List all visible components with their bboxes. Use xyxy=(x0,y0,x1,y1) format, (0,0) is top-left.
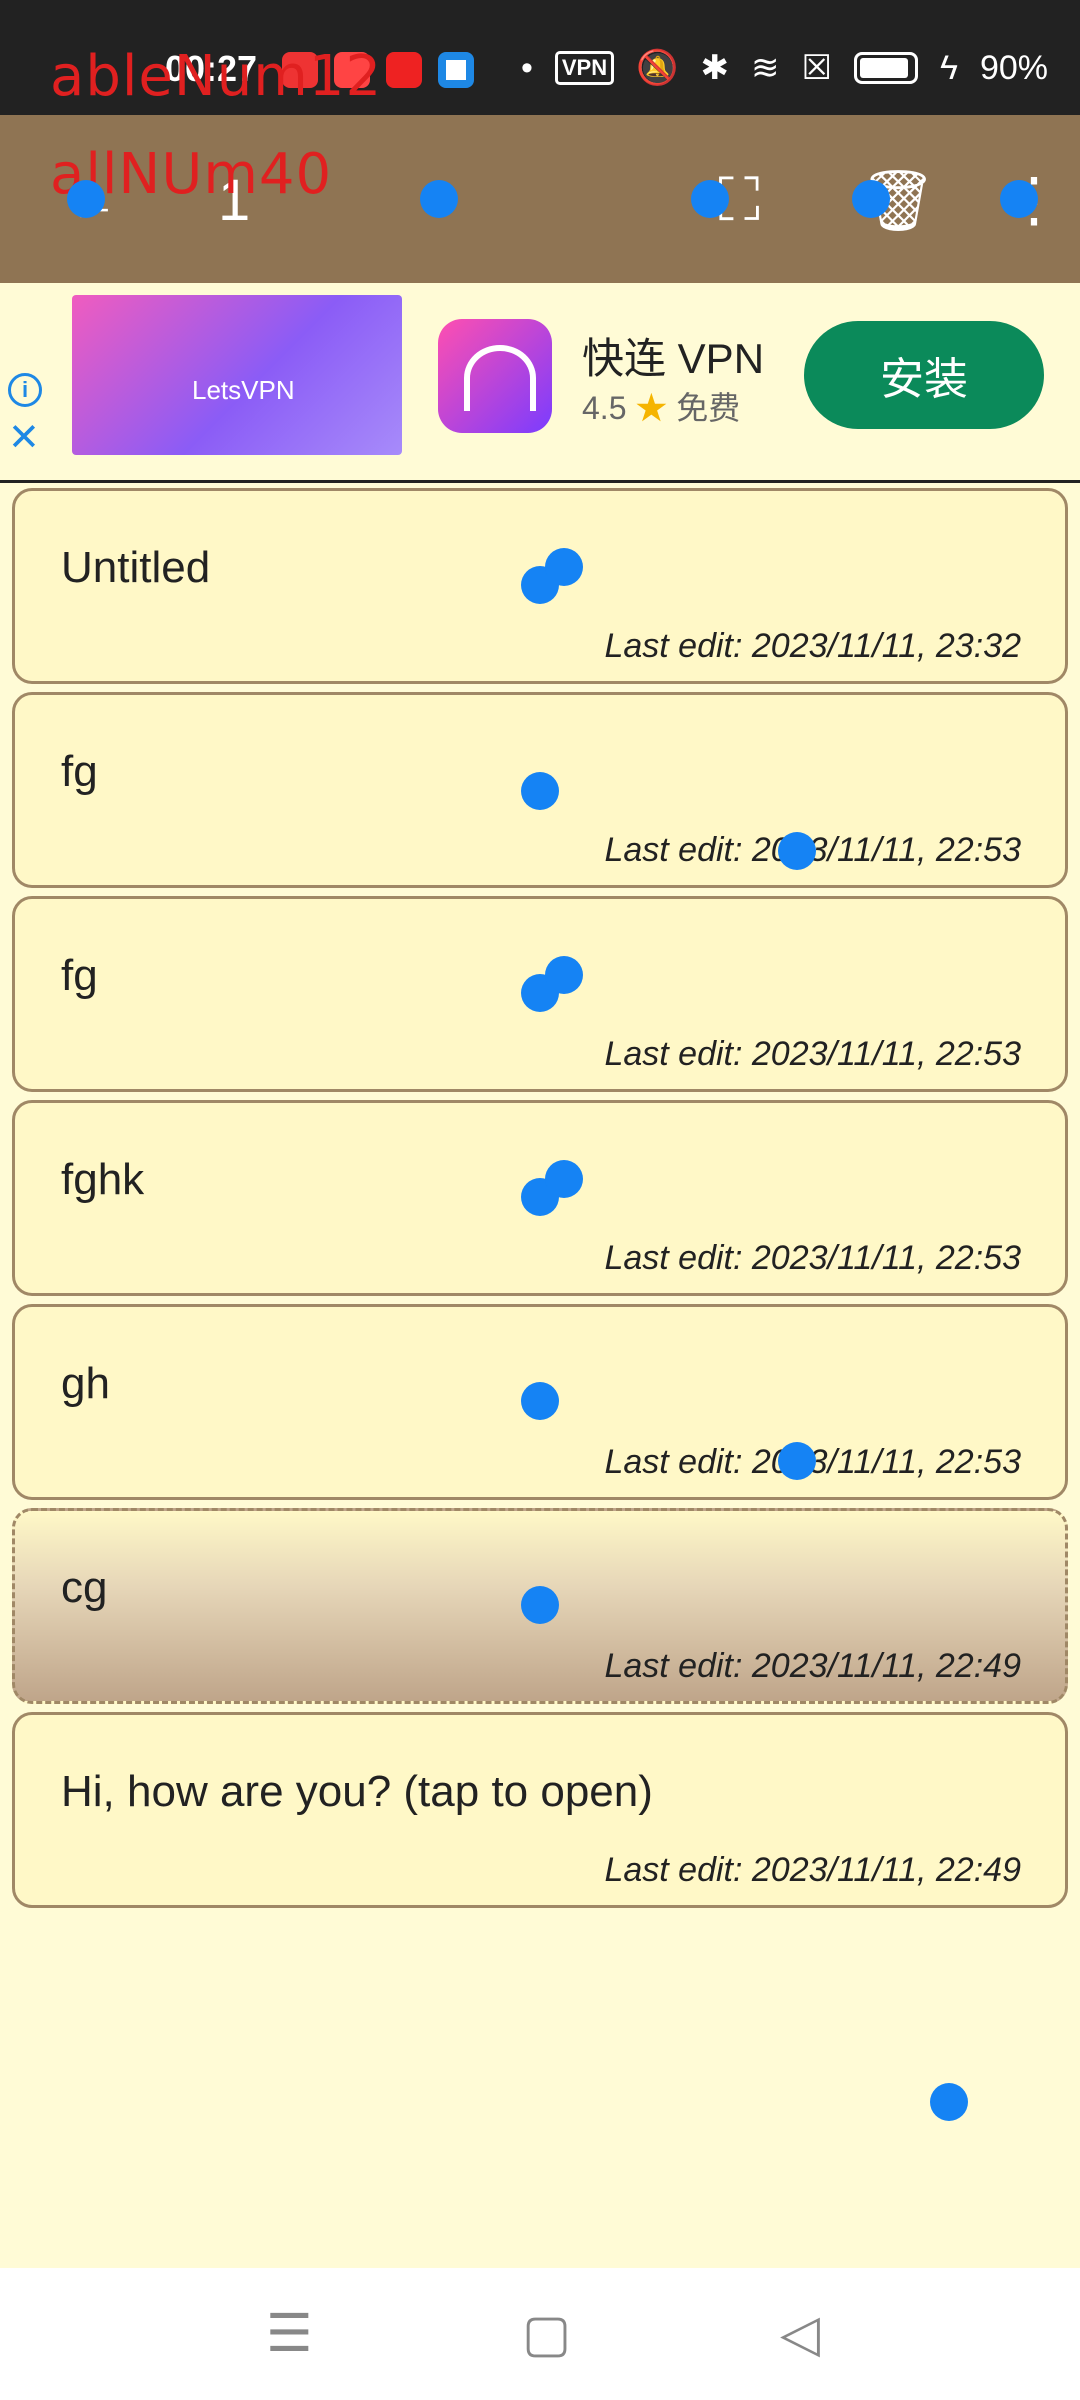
menu-icon[interactable]: ☰ xyxy=(266,2304,313,2364)
touch-dot xyxy=(852,180,890,218)
app-icon[interactable] xyxy=(438,319,552,433)
note-card[interactable]: Hi, how are you? (tap to open) Last edit… xyxy=(12,1712,1068,1908)
touch-dot xyxy=(691,180,729,218)
note-last-edit: Last edit: 2023/11/11, 22:49 xyxy=(604,1851,1021,1889)
mute-icon: 🔕 xyxy=(636,49,679,87)
notification-icon xyxy=(438,52,474,88)
note-title: gh xyxy=(61,1359,110,1408)
star-icon: ★ xyxy=(635,390,668,426)
touch-dot xyxy=(778,1442,816,1480)
system-nav-bar: ☰ ▢ ◁ xyxy=(0,2268,1080,2400)
note-title: fg xyxy=(61,747,98,796)
ad-banner[interactable]: i ✕ LetsVPN 快连 VPN 4.5 ★ 免费 安装 xyxy=(0,283,1080,463)
info-icon[interactable]: i xyxy=(8,373,42,407)
ad-image-label: LetsVPN xyxy=(192,375,295,405)
note-last-edit: Last edit: 2023/11/11, 22:49 xyxy=(604,1647,1021,1685)
install-button[interactable]: 安装 xyxy=(804,321,1044,429)
battery-level: 90% xyxy=(979,48,1048,87)
touch-dot xyxy=(521,1382,559,1420)
note-title: fg xyxy=(61,951,98,1000)
note-title: fghk xyxy=(61,1155,145,1204)
ad-image[interactable]: LetsVPN xyxy=(72,295,402,455)
touch-dot xyxy=(1000,180,1038,218)
touch-dot xyxy=(545,956,583,994)
note-last-edit: Last edit: 2023/11/11, 22:53 xyxy=(604,1035,1021,1073)
touch-dot xyxy=(521,772,559,810)
sim-off-icon: ☒ xyxy=(801,49,832,87)
vpn-badge: VPN xyxy=(554,51,615,85)
divider xyxy=(0,480,1080,483)
note-title: Untitled xyxy=(61,543,211,592)
touch-dot xyxy=(930,2083,968,2121)
touch-dot xyxy=(420,180,458,218)
overlay-label: ableNum12 xyxy=(50,44,383,109)
note-last-edit: Last edit: 2023/11/11, 23:32 xyxy=(604,627,1021,665)
close-icon[interactable]: ✕ xyxy=(8,415,40,460)
ad-app-rating: 4.5 ★ 免费 xyxy=(582,390,741,426)
charging-icon: ϟ xyxy=(939,48,958,87)
ad-app-name: 快连 VPN xyxy=(582,335,765,382)
touch-dot xyxy=(545,1160,583,1198)
battery-icon xyxy=(853,52,918,84)
touch-dot xyxy=(778,832,816,870)
note-last-edit: Last edit: 2023/11/11, 22:53 xyxy=(604,1239,1021,1277)
notification-icon xyxy=(386,52,422,88)
home-icon[interactable]: ▢ xyxy=(522,2304,571,2364)
touch-dot xyxy=(67,180,105,218)
touch-dot xyxy=(521,1586,559,1624)
back-icon[interactable]: ◁ xyxy=(780,2304,820,2364)
wifi-icon: ≋ xyxy=(750,49,780,87)
touch-dot xyxy=(545,548,583,586)
bluetooth-icon: ✱ xyxy=(700,49,729,87)
dot-icon: • xyxy=(520,48,533,87)
note-title: Hi, how are you? (tap to open) xyxy=(61,1767,653,1816)
note-title: cg xyxy=(61,1563,108,1612)
status-icons: • VPN 🔕 ✱ ≋ ☒ ϟ 90% xyxy=(521,48,1048,88)
